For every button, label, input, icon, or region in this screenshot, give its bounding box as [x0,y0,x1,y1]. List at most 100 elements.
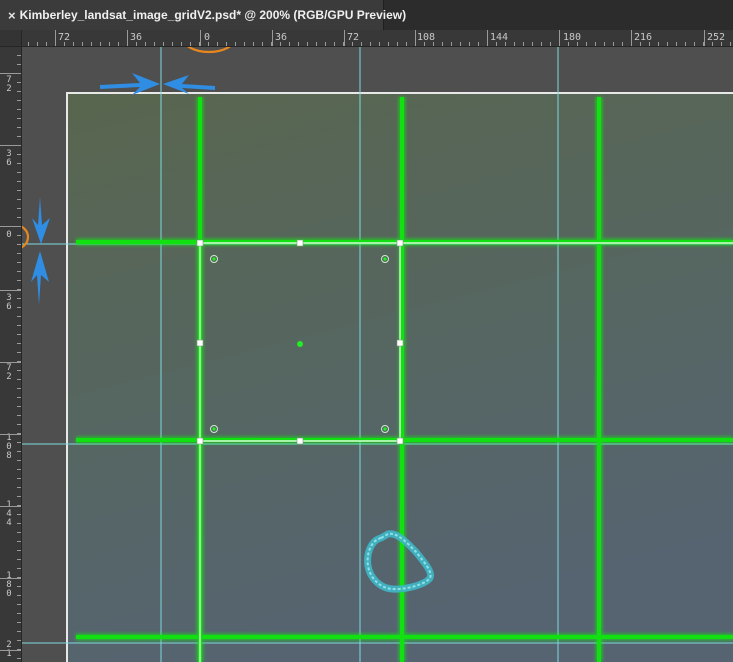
ruler-tick [17,442,21,443]
ruler-tick [0,362,21,363]
ruler-tick [17,397,21,398]
ruler-tick [658,42,659,46]
arrow-icon [100,73,160,95]
ruler-tick [307,42,308,46]
transform-handle[interactable] [296,239,304,247]
ruler-tick [17,370,21,371]
ruler-tick [17,361,21,362]
ruler-tick [595,42,596,46]
ruler-tick [17,91,21,92]
document-canvas[interactable] [22,47,733,662]
reference-point[interactable] [297,341,303,347]
ruler-tick [17,550,21,551]
ruler-tick [721,42,722,46]
ruler-tick [343,42,344,46]
ruler-tick [685,42,686,46]
ruler-tick [532,42,533,46]
ruler-tick [17,334,21,335]
ruler-tick [244,42,245,46]
ruler-tick [424,42,425,46]
canvas-stage[interactable] [22,47,733,662]
ruler-tick [17,352,21,353]
ruler-tick [17,127,21,128]
ruler-label: 72 [347,32,360,43]
document-tab[interactable]: × Kimberley_landsat_image_gridV2.psd* @ … [0,0,406,30]
ruler-label: 180 [6,571,12,599]
ruler-tick [17,379,21,380]
ruler-tick [559,42,560,46]
ruler-tick [496,42,497,46]
ruler-tick [46,42,47,46]
ruler-tick [136,42,137,46]
arrow-icon [163,75,215,94]
ruler-tick [550,42,551,46]
ruler-tick [17,190,21,191]
ruler-tick [280,42,281,46]
close-icon[interactable]: × [8,8,16,23]
ruler-tick [199,42,200,46]
ruler-tick [17,559,21,560]
orange-ellipse-highlight [187,47,231,54]
ruler-origin-corner[interactable] [0,30,22,47]
ruler-tick [17,469,21,470]
ruler-tick [172,42,173,46]
ruler-tick [523,42,524,46]
ruler-tick [64,42,65,46]
ruler-tick [208,42,209,46]
ruler-tick [17,595,21,596]
ruler-tick [226,42,227,46]
arrow-icon [31,251,49,305]
ruler-tick [478,42,479,46]
ruler-tick [109,42,110,46]
ruler-tick [17,298,21,299]
ruler-tick [352,42,353,46]
ruler-tick [17,523,21,524]
transform-handle[interactable] [396,437,404,445]
ruler-tick [388,42,389,46]
transform-handle[interactable] [196,339,204,347]
ruler-tick [271,42,272,46]
ruler-tick [442,42,443,46]
transform-handle[interactable] [196,437,204,445]
horizontal-ruler[interactable]: 72 36 0 36 72 108 144 180 216 252 [0,30,733,47]
ruler-tick [17,631,21,632]
ruler-tick [17,613,21,614]
ruler-tick [586,42,587,46]
ruler-tick [568,42,569,46]
ruler-tick [325,42,326,46]
ruler-tick [17,64,21,65]
ruler-tick [334,42,335,46]
ruler-tick [17,208,21,209]
ruler-tick [17,541,21,542]
ruler-tick [190,42,191,46]
ruler-tick [200,30,201,46]
vertical-ruler[interactable]: 72 36 0 36 72 108 144 180 21 [0,46,22,662]
ruler-tick [361,42,362,46]
ruler-tick [17,109,21,110]
ruler-tick [17,100,21,101]
transform-handle[interactable] [296,437,304,445]
ruler-tick [433,42,434,46]
ruler-tick [17,253,21,254]
ruler-tick [55,42,56,46]
ruler-tick [163,42,164,46]
ruler-tick [604,42,605,46]
ruler-tick [17,289,21,290]
ruler-tick [17,262,21,263]
ruler-tick [17,199,21,200]
transform-handle[interactable] [396,239,404,247]
ruler-tick [694,42,695,46]
transform-handle[interactable] [396,339,404,347]
ruler-tick [17,577,21,578]
ruler-tick [17,514,21,515]
ruler-tick [17,244,21,245]
ruler-label: 72 [6,75,12,94]
ruler-label: 72 [6,363,12,382]
transform-handle[interactable] [196,239,204,247]
ruler-tick [0,650,21,651]
ruler-tick [622,42,623,46]
ruler-tick [253,42,254,46]
ruler-tick [289,42,290,46]
ruler-label: 252 [707,32,726,43]
ruler-tick [17,640,21,641]
